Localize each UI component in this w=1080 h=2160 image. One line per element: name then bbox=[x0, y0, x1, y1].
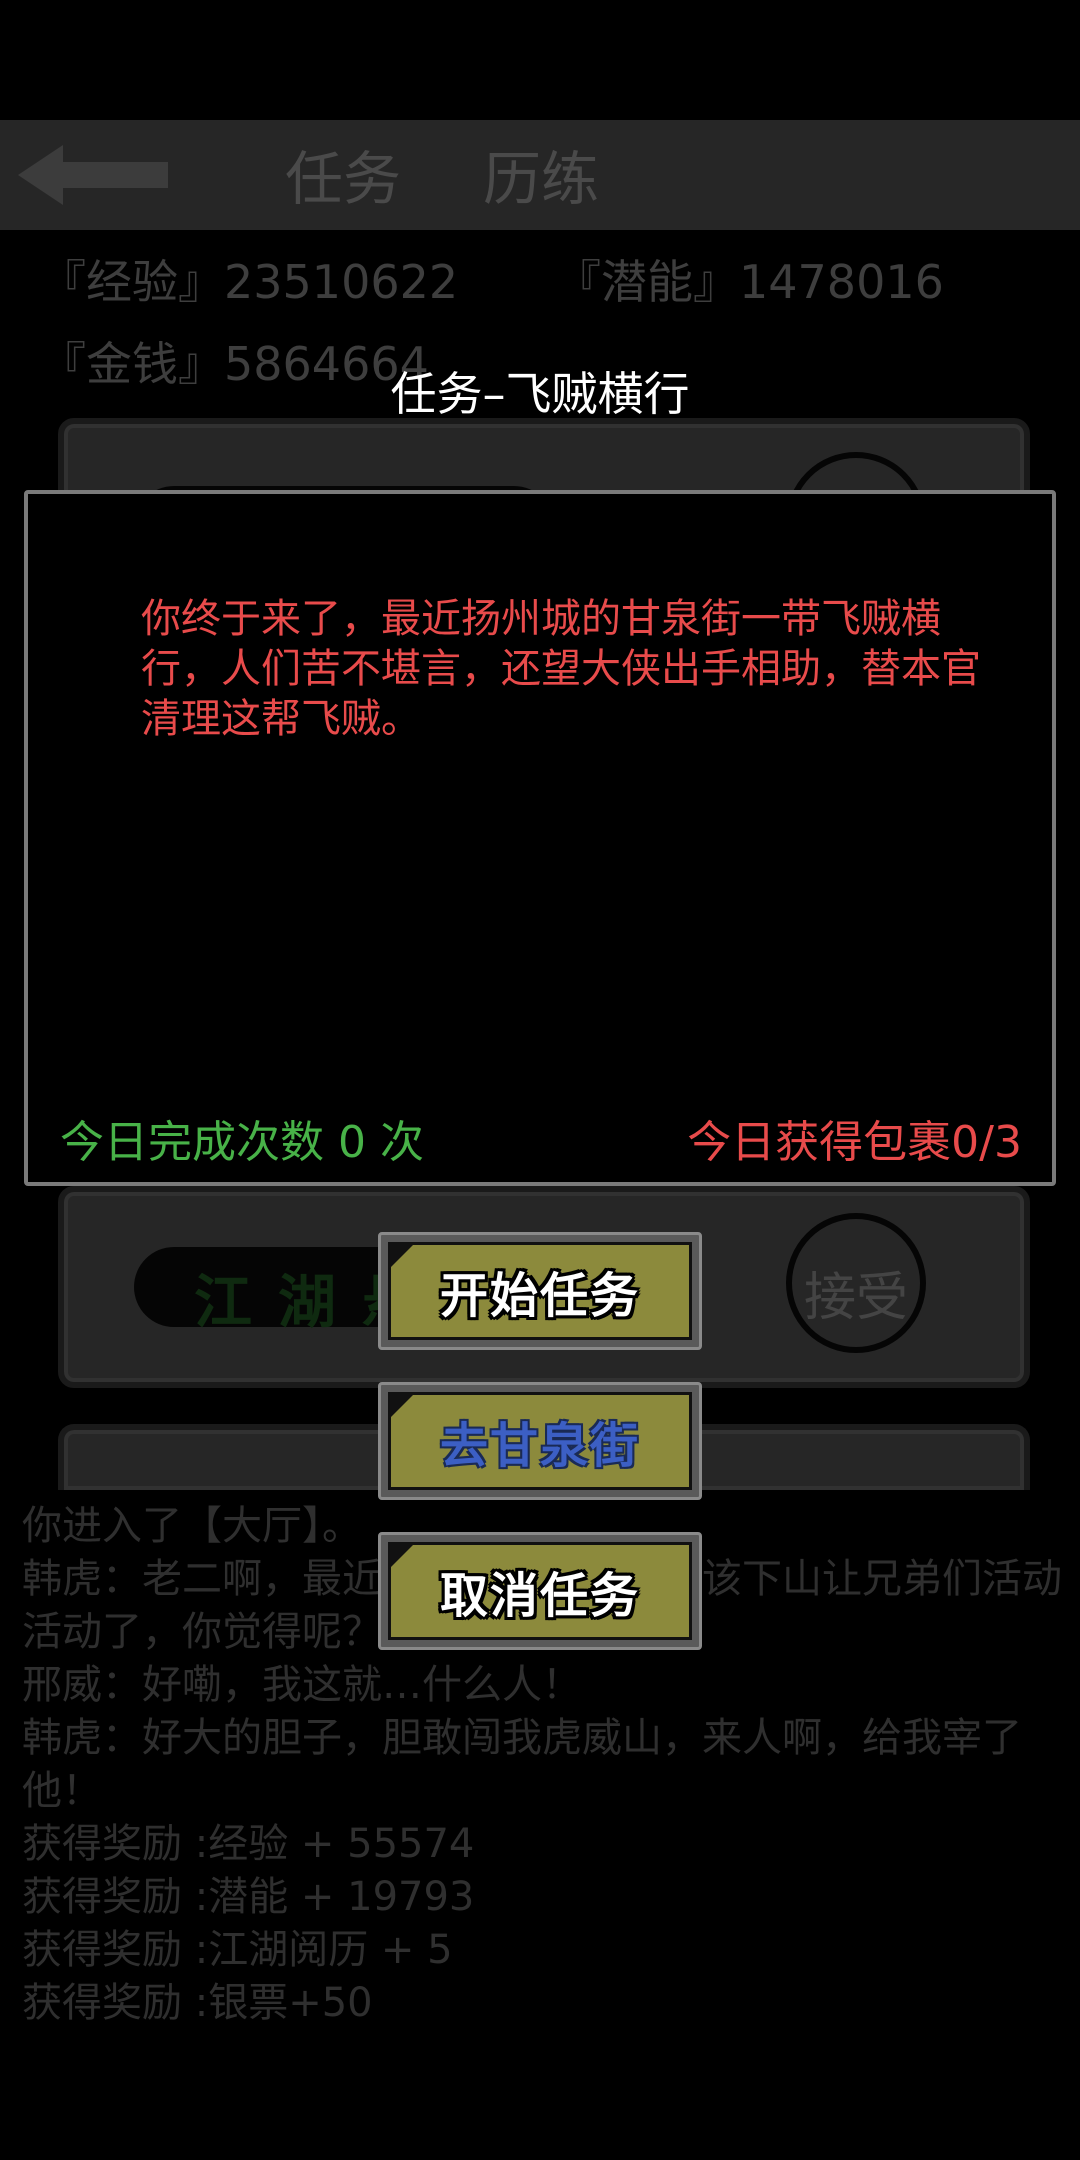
log-line: 获得奖励 :经验 + 55574 bbox=[22, 1821, 475, 1867]
start-quest-label: 开始任务 bbox=[439, 1268, 640, 1324]
accept-button[interactable]: 接受 bbox=[786, 1213, 926, 1353]
corner-decoration bbox=[389, 1543, 415, 1569]
modal-title: 任务–飞贼横行 bbox=[390, 367, 690, 421]
button-face: 开始任务 bbox=[388, 1242, 692, 1340]
start-quest-button[interactable]: 开始任务 bbox=[378, 1232, 702, 1350]
cancel-quest-label: 取消任务 bbox=[439, 1568, 640, 1624]
exp-stat: 『经验』23510622 bbox=[40, 255, 459, 309]
goto-street-button[interactable]: 去甘泉街 bbox=[378, 1382, 702, 1500]
log-line: 韩虎：好大的胆子，胆敢闯我虎威山，来人啊，给我宰了他！ bbox=[22, 1715, 1022, 1814]
daily-parcel-count: 今日获得包裹0/3 bbox=[687, 1117, 1022, 1168]
button-face: 取消任务 bbox=[388, 1542, 692, 1640]
cancel-quest-button[interactable]: 取消任务 bbox=[378, 1532, 702, 1650]
quest-dialog: 你终于来了，最近扬州城的甘泉街一带飞贼横行，人们苦不堪言，还望大侠出手相助，替本… bbox=[24, 490, 1056, 1186]
log-line: 邢威：好嘞，我这就…什么人！ bbox=[22, 1662, 582, 1708]
log-line: 获得奖励 :江湖阅历 + 5 bbox=[22, 1927, 453, 1973]
potential-stat: 『潜能』1478016 bbox=[555, 255, 944, 309]
daily-completion-count: 今日完成次数 0 次 bbox=[60, 1117, 424, 1168]
game-screen: 任务 历练 『经验』23510622 『潜能』1478016 『金钱』58646… bbox=[0, 0, 1080, 2160]
corner-decoration bbox=[389, 1393, 415, 1419]
goto-street-label: 去甘泉街 bbox=[439, 1418, 640, 1474]
tab-training[interactable]: 历练 bbox=[483, 132, 599, 216]
log-line: 获得奖励 :银票+50 bbox=[22, 1980, 373, 2026]
button-face: 去甘泉街 bbox=[388, 1392, 692, 1490]
log-line: 获得奖励 :潜能 + 19793 bbox=[22, 1874, 475, 1920]
corner-decoration bbox=[389, 1243, 415, 1269]
back-arrow-icon[interactable] bbox=[18, 140, 168, 210]
quest-description: 你终于来了，最近扬州城的甘泉街一带飞贼横行，人们苦不堪言，还望大侠出手相助，替本… bbox=[141, 596, 981, 742]
accept-label: 接受 bbox=[803, 1268, 908, 1328]
tab-task[interactable]: 任务 bbox=[285, 132, 401, 216]
